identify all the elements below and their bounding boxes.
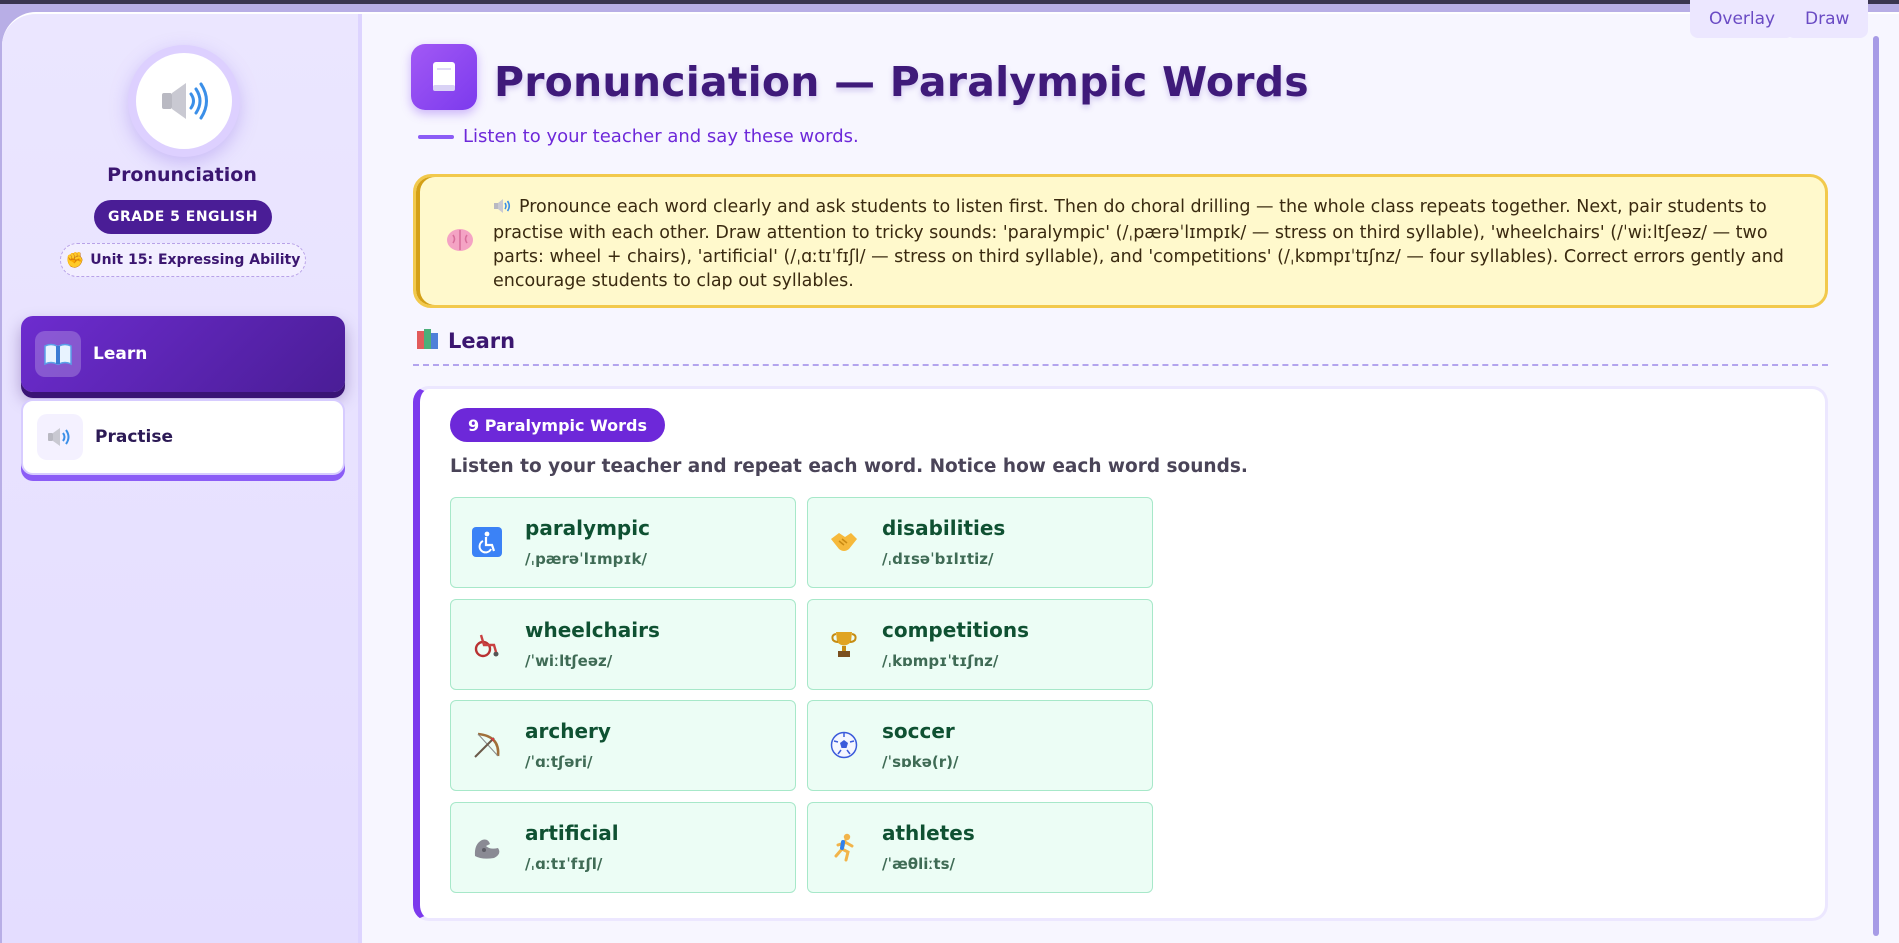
grade-badge: GRADE 5 ENGLISH xyxy=(94,200,272,234)
nav-item-practise[interactable]: Practise xyxy=(21,399,345,475)
word-ipa: /ˌpærəˈlɪmpɪk/ xyxy=(525,550,648,568)
words-card: 9 Paralympic Words Listen to your teache… xyxy=(413,386,1828,921)
unit-badge-label: Unit 15: Expressing Ability xyxy=(90,252,301,268)
wheelchair-icon xyxy=(471,628,503,660)
soccer-ball-icon xyxy=(828,729,860,761)
word-ipa: /ˌdɪsəˈbɪlɪtiz/ xyxy=(882,550,994,568)
word-ipa: /ˌkɒmpɪˈtɪʃnz/ xyxy=(882,652,999,670)
brain-icon xyxy=(446,227,474,257)
nav-item-label: Practise xyxy=(95,427,173,447)
word-text: soccer xyxy=(882,719,955,743)
section-header: Learn xyxy=(416,328,515,354)
overlay-button[interactable]: Overlay xyxy=(1690,0,1795,38)
nav-item-learn[interactable]: Learn xyxy=(21,316,345,392)
teacher-note: Pronounce each word clearly and ask stud… xyxy=(413,174,1828,308)
speaker-icon xyxy=(37,414,83,460)
subtitle-accent-bar xyxy=(418,135,454,139)
word-tile[interactable]: disabilities /ˌdɪsəˈbɪlɪtiz/ xyxy=(807,497,1153,588)
word-tile[interactable]: soccer /ˈsɒkə(r)/ xyxy=(807,700,1153,791)
mechanical-arm-icon xyxy=(471,831,503,863)
word-tile[interactable]: competitions /ˌkɒmpɪˈtɪʃnz/ xyxy=(807,599,1153,690)
page-subtitle: Listen to your teacher and say these wor… xyxy=(463,126,859,147)
word-ipa: /ˈæθliːts/ xyxy=(882,855,956,873)
word-tile[interactable]: wheelchairs /ˈwiːltʃeəz/ xyxy=(450,599,796,690)
word-ipa: /ˈwiːltʃeəz/ xyxy=(525,652,613,670)
book-icon xyxy=(35,331,81,377)
handshake-icon xyxy=(828,526,860,558)
draw-button[interactable]: Draw xyxy=(1786,0,1869,38)
trophy-icon xyxy=(828,628,860,660)
sidebar: Pronunciation GRADE 5 ENGLISH ✊ Unit 15:… xyxy=(2,14,362,943)
flexed-biceps-icon: ✊ xyxy=(65,251,85,269)
speaker-icon xyxy=(493,197,513,221)
section-title: Learn xyxy=(448,329,516,353)
word-text: competitions xyxy=(882,618,1030,642)
speaker-logo-icon xyxy=(136,53,232,149)
runner-icon xyxy=(828,831,860,863)
card-instructions: Listen to your teacher and repeat each w… xyxy=(450,456,1248,477)
word-text: disabilities xyxy=(882,516,1006,540)
wheelchair-symbol-icon xyxy=(471,526,503,558)
word-text: wheelchairs xyxy=(525,618,660,642)
teacher-note-body: Pronounce each word clearly and ask stud… xyxy=(493,197,1784,291)
word-ipa: /ˈɑːtʃəri/ xyxy=(525,753,593,771)
bow-and-arrow-icon xyxy=(471,729,503,761)
unit-badge: ✊ Unit 15: Expressing Ability xyxy=(60,243,306,277)
teacher-note-text: Pronounce each word clearly and ask stud… xyxy=(493,195,1811,293)
word-ipa: /ˌɑːtɪˈfɪʃl/ xyxy=(525,855,603,873)
word-ipa: /ˈsɒkə(r)/ xyxy=(882,753,959,771)
word-text: paralympic xyxy=(525,516,650,540)
word-text: athletes xyxy=(882,821,975,845)
word-tile[interactable]: archery /ˈɑːtʃəri/ xyxy=(450,700,796,791)
word-tile[interactable]: paralympic /ˌpærəˈlɪmpɪk/ xyxy=(450,497,796,588)
section-divider xyxy=(413,364,1828,366)
word-count-badge: 9 Paralympic Words xyxy=(450,408,665,442)
books-icon xyxy=(416,328,440,354)
nav-item-label: Learn xyxy=(93,344,148,364)
brand-title: Pronunciation xyxy=(107,164,257,186)
window-top-strip xyxy=(0,0,1899,4)
word-tile[interactable]: athletes /ˈæθliːts/ xyxy=(807,802,1153,893)
page-title: Pronunciation — Paralympic Words xyxy=(494,58,1309,106)
app-logo xyxy=(128,45,240,157)
word-text: artificial xyxy=(525,821,619,845)
page-book-icon xyxy=(411,44,477,110)
word-text: archery xyxy=(525,719,611,743)
word-tile[interactable]: artificial /ˌɑːtɪˈfɪʃl/ xyxy=(450,802,796,893)
main-scrollbar[interactable] xyxy=(1873,36,1879,936)
